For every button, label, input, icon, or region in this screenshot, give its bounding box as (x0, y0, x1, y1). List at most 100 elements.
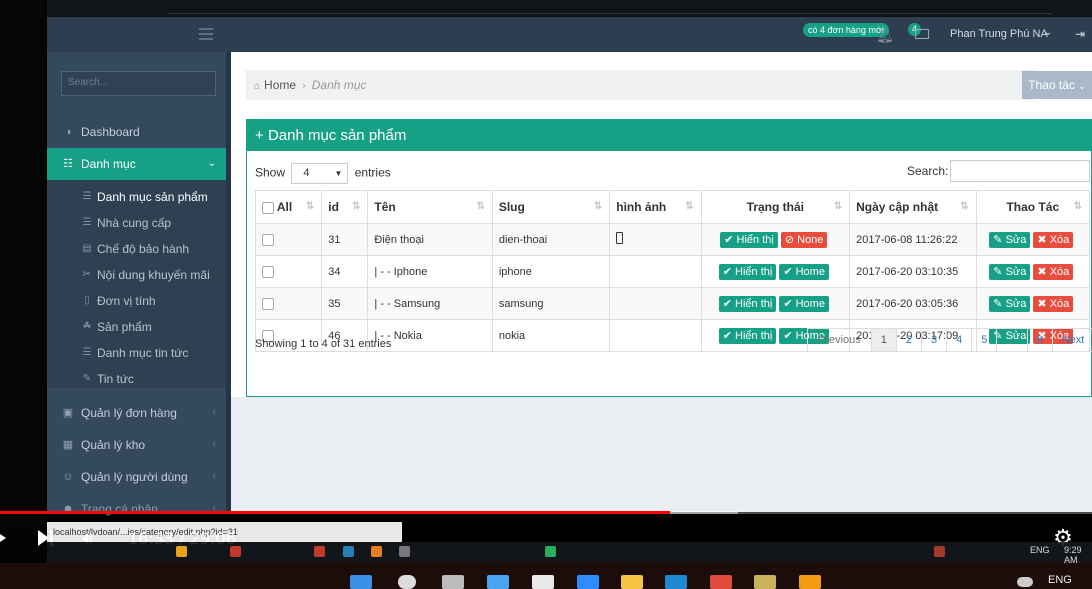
submenu-item-danh-muc-tin-tuc[interactable]: ☰ Danh mục tin tức (47, 340, 230, 366)
status-visible-badge[interactable]: ✔ Hiển thị (718, 263, 777, 280)
pager-page-1[interactable]: 1 (871, 329, 897, 351)
col-header-trang-thai[interactable]: Trạng thái ⇅ (700, 190, 851, 224)
cell-id: 31 (321, 223, 369, 256)
row-checkbox[interactable] (262, 265, 274, 278)
cell-image (609, 287, 702, 320)
sidebar-item-label: Dashboard (81, 125, 140, 139)
sidebar-item-danh-muc[interactable]: ☷ Danh mục ⌄ (47, 148, 230, 180)
col-header-slug[interactable]: Slug ⇅ (491, 190, 611, 224)
video-progress-played[interactable] (0, 511, 670, 514)
actions-dropdown-button[interactable]: Thao tác ⌄ (1022, 71, 1092, 99)
play-icon[interactable] (0, 530, 6, 546)
submenu-item-label: Danh mục tin tức (97, 346, 189, 360)
row-checkbox[interactable] (262, 233, 274, 246)
table-search-input[interactable] (950, 160, 1090, 182)
delete-button[interactable]: ✖ Xóa (1033, 263, 1074, 280)
col-header-ten[interactable]: Tên ⇅ (367, 190, 493, 224)
col-header-label: Slug (498, 200, 525, 214)
file-explorer-icon[interactable] (621, 575, 643, 589)
submenu-item-che-do-bao-hanh[interactable]: ▤ Chế độ bảo hành (47, 236, 230, 262)
submenu-item-noi-dung-khuyen-mai[interactable]: ✂ Nội dung khuyến mãi (47, 262, 230, 288)
submenu-item-nha-cung-cap[interactable]: ☰ Nhà cung cấp (47, 210, 230, 236)
windows-start-icon[interactable] (350, 575, 372, 589)
submenu-item-don-vi-tinh[interactable]: ▯ Đơn vị tính (47, 288, 230, 314)
breadcrumb-home[interactable]: Home (264, 78, 296, 92)
submenu-item-danh-muc-san-pham[interactable]: ☰ Danh mục sản phẩm (47, 184, 230, 210)
chrome-taskbar-icon[interactable] (710, 575, 732, 589)
app-taskbar-icon[interactable] (230, 546, 241, 557)
status-none-badge[interactable]: ⊘ None (780, 231, 828, 248)
delete-button[interactable]: ✖ Xóa (1033, 295, 1074, 312)
col-header-label: id (328, 200, 339, 214)
pager-page-2[interactable]: 2 (897, 329, 923, 351)
status-home-badge[interactable]: ✔ Home (779, 295, 829, 312)
submenu-item-san-pham[interactable]: ☘ Sản phẩm (47, 314, 230, 340)
mail-icon[interactable] (915, 29, 929, 39)
outer-taskbar-lang[interactable]: ENG (1048, 574, 1072, 586)
col-header-hinh-anh[interactable]: hình ảnh ⇅ (609, 190, 702, 224)
filezilla-taskbar-icon[interactable] (314, 546, 325, 557)
inner-taskbar-lang[interactable]: ENG (1030, 545, 1050, 555)
logout-icon[interactable]: ⇥ (1075, 27, 1085, 41)
edit-button[interactable]: ✎ Sửa (989, 295, 1031, 312)
sidebar-submenu: ☰ Danh mục sản phẩm ☰ Nhà cung cấp ▤ Chế… (47, 180, 230, 388)
submenu-item-tin-tuc[interactable]: ✎ Tin tức (47, 366, 230, 392)
status-visible-badge[interactable]: ✔ Hiển thị (718, 295, 777, 312)
sort-icon: ⇅ (960, 201, 969, 212)
vivaldi-tray-icon[interactable] (934, 546, 945, 557)
edit-button[interactable]: ✎ Sửa (989, 231, 1031, 248)
app-taskbar-icon[interactable] (399, 546, 410, 557)
select-all-checkbox[interactable] (262, 201, 274, 214)
pager-previous[interactable]: Previous (808, 329, 872, 351)
pager-page-5[interactable]: 5 (972, 329, 998, 351)
col-header-ngay-cap-nhat[interactable]: Ngày cập nhật ⇅ (849, 190, 977, 224)
col-header-thao-tac[interactable]: Thao Tác ⇅ (975, 190, 1091, 224)
row-checkbox[interactable] (262, 297, 274, 310)
warehouse-icon: ▦ (62, 439, 74, 451)
status-home-badge[interactable]: ✔ Home (779, 263, 829, 280)
pager-next[interactable]: Next (1053, 329, 1092, 351)
app-taskbar-icon[interactable] (754, 575, 776, 589)
chrome-taskbar-icon[interactable] (176, 546, 187, 557)
bell-icon[interactable]: 🔔︎ (876, 27, 894, 44)
task-view-icon[interactable] (442, 575, 464, 589)
app-taskbar-icon[interactable] (343, 546, 354, 557)
users-icon: ☺ (62, 471, 74, 483)
chevron-down-icon[interactable]: ⌄ (1044, 27, 1052, 38)
cell-updated: 2017-06-20 03:05:36 (849, 287, 977, 320)
scissors-icon: ✂ (82, 269, 92, 280)
firefox-taskbar-icon[interactable] (371, 546, 382, 557)
vscode-taskbar-icon[interactable] (665, 575, 687, 589)
zalo-taskbar-icon[interactable] (577, 575, 599, 589)
entries-select[interactable]: 4 ▼ (291, 163, 349, 184)
sublime-taskbar-icon[interactable] (799, 575, 821, 589)
sidebar-item-dashboard[interactable]: ◑ Dashboard (47, 116, 230, 148)
search-icon[interactable] (398, 575, 416, 589)
sidebar-item-quan-ly-nguoi-dung[interactable]: ☺ Quản lý người dùng ‹ (47, 461, 230, 493)
edit-button[interactable]: ✎ Sửa (989, 263, 1031, 280)
sidebar-item-quan-ly-kho[interactable]: ▦ Quản lý kho ‹ (47, 429, 230, 461)
table-row: 34 | - - Iphone iphone ✔ Hiển thị ✔ Home … (254, 255, 1091, 288)
sidebar-search-input[interactable]: Search... (61, 71, 216, 96)
delete-button[interactable]: ✖ Xóa (1033, 231, 1074, 248)
widgets-icon[interactable] (487, 575, 509, 589)
status-visible-badge[interactable]: ✔ Hiển thị (718, 327, 777, 344)
submenu-item-label: Sản phẩm (97, 320, 152, 334)
pager-page-8[interactable]: 8 (1028, 329, 1053, 351)
plus-icon: + (255, 127, 264, 144)
pagination: Previous 1 2 3 4 5 ... 8 Next (807, 328, 1092, 352)
sidebar-item-quan-ly-don-hang[interactable]: ▣ Quản lý đơn hàng ‹ (47, 397, 230, 429)
app-taskbar-icon[interactable] (545, 546, 556, 557)
app-taskbar-icon[interactable] (532, 575, 554, 589)
cell-slug: dien-thoai (491, 223, 611, 256)
pager-page-4[interactable]: 4 (947, 329, 973, 351)
col-header-all[interactable]: All ⇅ (254, 190, 323, 224)
user-menu-name[interactable]: Phan Trung Phú NA (950, 28, 1048, 40)
table-row: 31 Điện thoại dien-thoai ✔ Hiển thị ⊘ Non… (254, 223, 1091, 256)
status-visible-badge[interactable]: ✔ Hiển thị (720, 231, 778, 248)
submenu-item-label: Chế độ bảo hành (97, 242, 190, 256)
hamburger-menu-icon[interactable] (199, 28, 213, 40)
col-header-id[interactable]: id ⇅ (321, 190, 369, 224)
cloud-icon[interactable] (1017, 577, 1033, 587)
pager-page-3[interactable]: 3 (922, 329, 948, 351)
